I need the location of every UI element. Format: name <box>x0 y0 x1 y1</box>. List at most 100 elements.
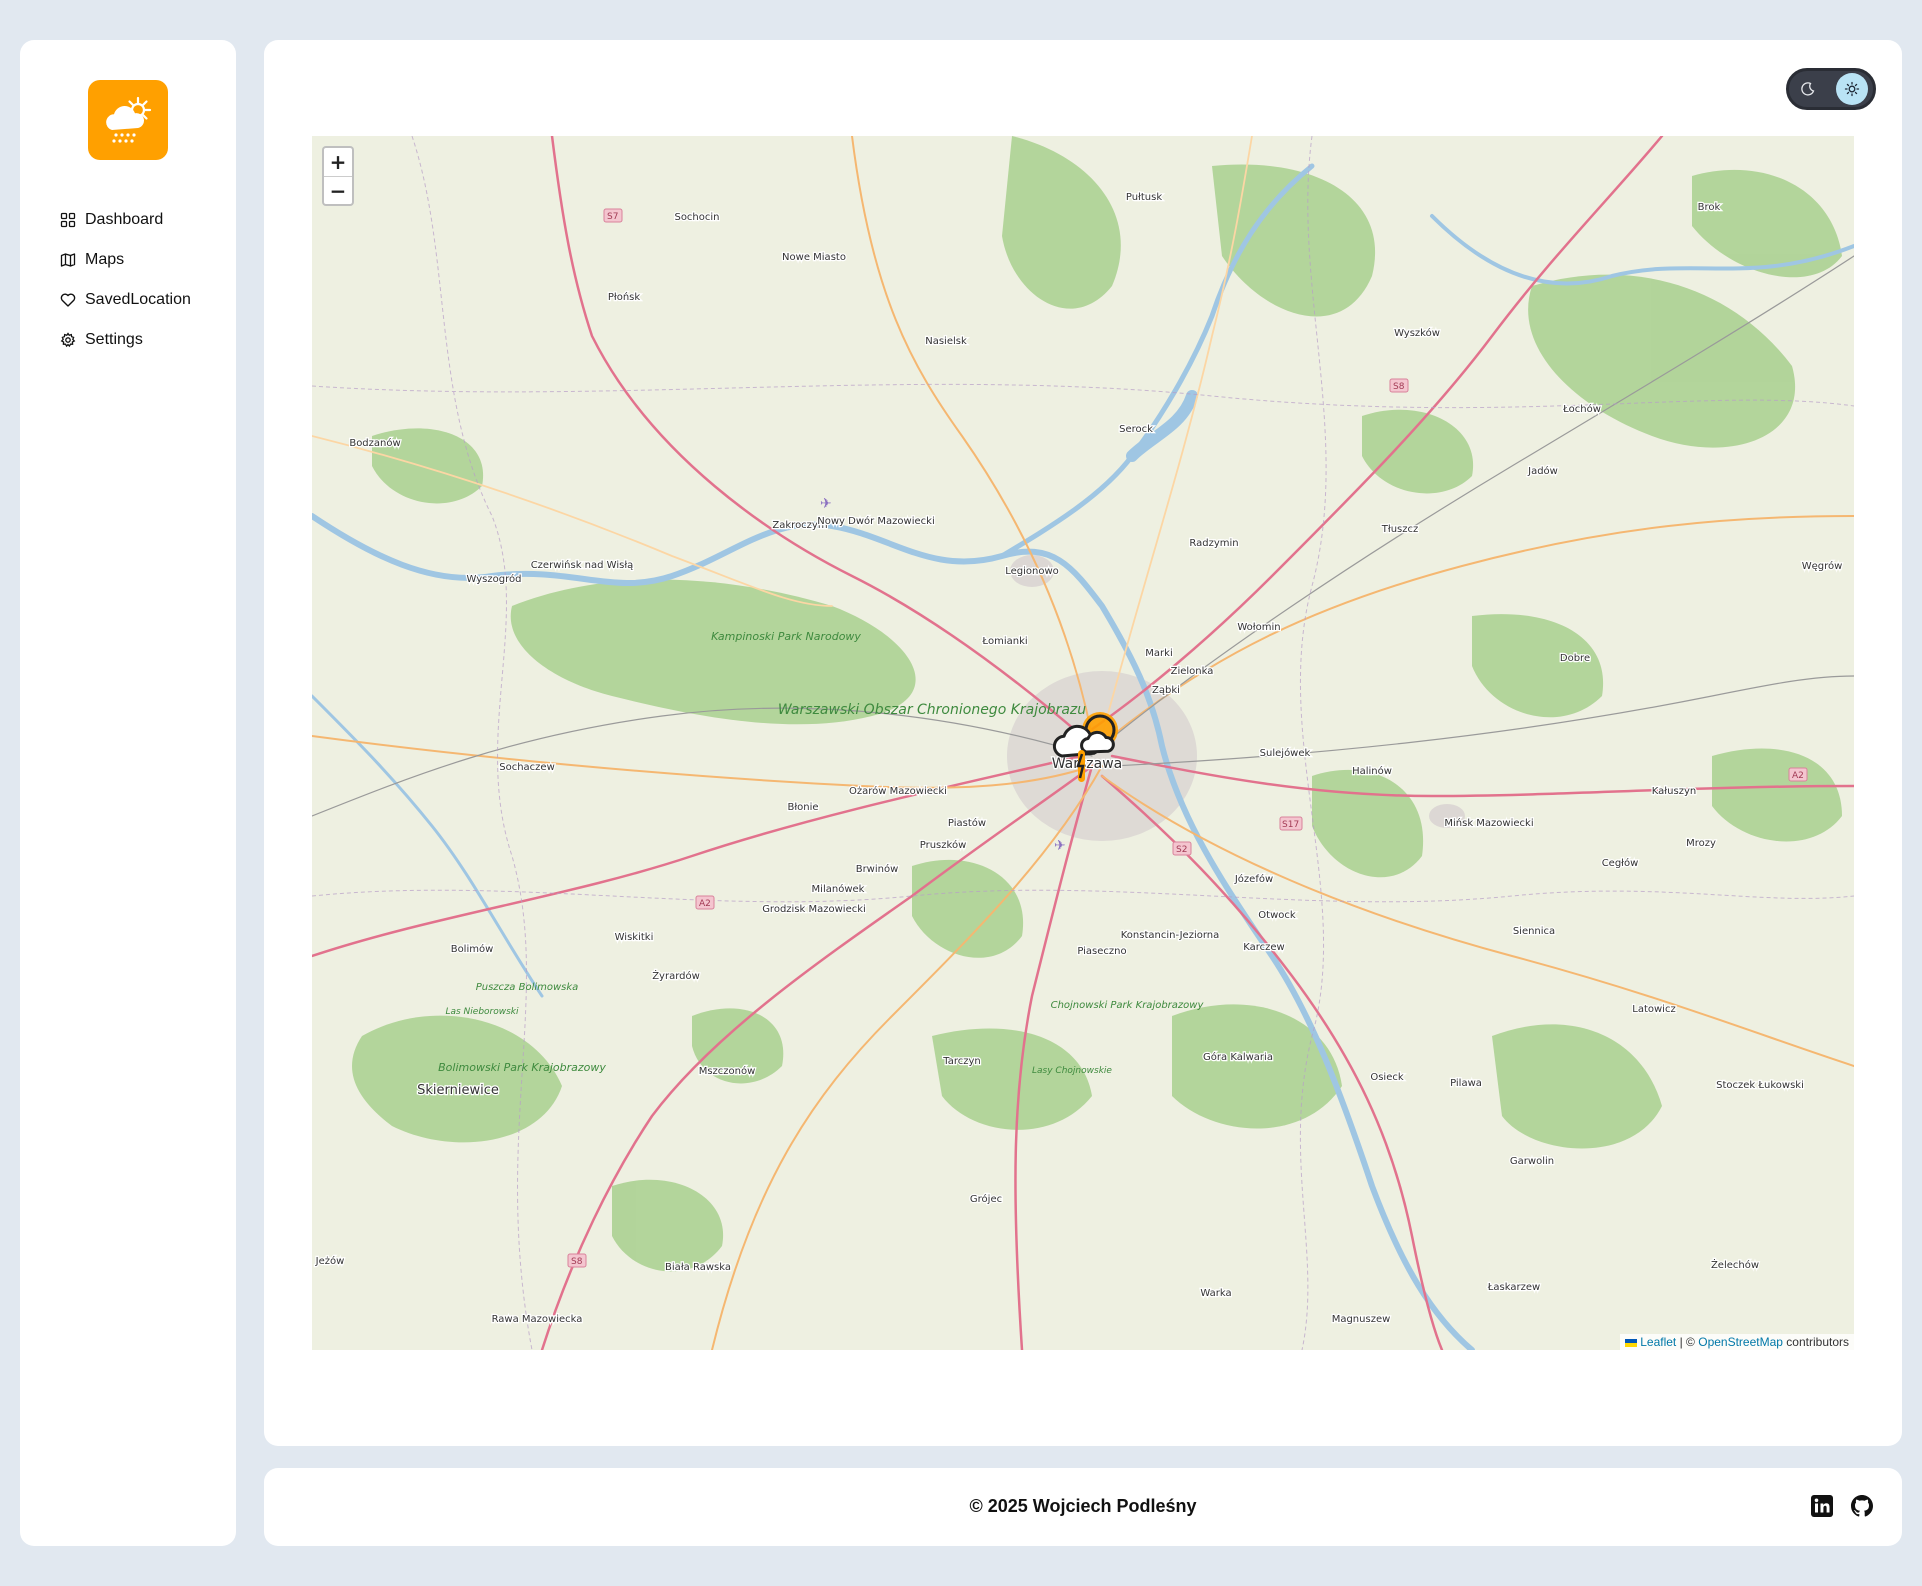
place-label: Skierniewice <box>417 1083 499 1098</box>
area-label: Las Nieborowski <box>445 1007 519 1017</box>
place-label: Brok <box>1698 202 1721 213</box>
place-label: Wyszogród <box>467 573 522 585</box>
place-label: Żyrardów <box>652 969 700 982</box>
sidebar: Dashboard Maps SavedLocation Settings <box>20 40 236 1546</box>
theme-toggle[interactable] <box>1786 68 1876 110</box>
place-label: Marki <box>1145 648 1172 659</box>
place-label: Biała Rawska <box>665 1262 731 1273</box>
place-label: Serock <box>1119 424 1153 435</box>
place-label: Bolimów <box>451 943 494 955</box>
moon-icon <box>1801 82 1815 96</box>
social-links <box>1810 1494 1874 1518</box>
place-label: Czerwińsk nad Wisłą <box>531 559 634 571</box>
gear-icon <box>60 332 76 348</box>
road-label-s8-north: S8 <box>1393 382 1405 392</box>
place-label: Zielonka <box>1171 666 1214 677</box>
place-label: Mrozy <box>1686 838 1716 849</box>
copyright-text: © 2025 Wojciech Podleśny <box>969 1496 1197 1516</box>
place-label: Ożarów Mazowiecki <box>849 785 947 797</box>
sidebar-nav: Dashboard Maps SavedLocation Settings <box>60 200 191 360</box>
area-label-warszawski: Warszawski Obszar Chronionego Krajobrazu <box>778 702 1086 718</box>
place-label: Pruszków <box>920 839 967 851</box>
place-label: Łaskarzew <box>1487 1282 1540 1293</box>
place-label: Sochaczew <box>499 762 555 773</box>
place-label: Błonie <box>787 802 818 813</box>
place-label: Grodzisk Mazowiecki <box>762 904 866 915</box>
place-label: Milanówek <box>812 883 865 895</box>
sidebar-item-savedlocation[interactable]: SavedLocation <box>60 280 191 320</box>
place-label: Sulejówek <box>1260 747 1311 759</box>
place-label: Wołomin <box>1237 622 1280 633</box>
place-label: Kałuszyn <box>1652 786 1696 797</box>
github-icon[interactable] <box>1850 1494 1874 1518</box>
place-label: Mińsk Mazowiecki <box>1444 817 1533 829</box>
place-label: Warka <box>1200 1288 1231 1299</box>
place-label: Góra Kalwaria <box>1203 1051 1273 1063</box>
place-label: Rawa Mazowiecka <box>492 1314 583 1325</box>
place-label: Tłuszcz <box>1381 524 1419 535</box>
place-label: Węgrów <box>1802 560 1843 572</box>
map-attribution: Leaflet | © OpenStreetMap contributors <box>1619 1334 1854 1350</box>
theme-toggle-knob <box>1836 73 1868 105</box>
footer: © 2025 Wojciech Podleśny <box>264 1468 1902 1546</box>
place-label: Pułtusk <box>1126 192 1163 203</box>
place-label: Grójec <box>970 1193 1002 1205</box>
place-label: Garwolin <box>1510 1156 1554 1167</box>
place-label: Bodzanów <box>349 437 400 449</box>
zoom-in-button[interactable]: + <box>324 148 352 176</box>
weather-storm-icon <box>1052 712 1118 782</box>
weather-marker[interactable] <box>1048 706 1128 786</box>
place-label: Piastów <box>948 817 986 829</box>
place-label: Żelechów <box>1711 1258 1759 1271</box>
weather-logo-icon <box>106 96 152 143</box>
place-label: Józefów <box>1234 873 1273 885</box>
zoom-out-button[interactable]: − <box>324 176 352 204</box>
place-label: Radzymin <box>1189 538 1238 549</box>
grid-icon <box>60 212 76 228</box>
place-label: Ząbki <box>1152 685 1180 696</box>
place-label: Jadów <box>1527 465 1558 477</box>
sidebar-item-label: Settings <box>85 331 143 348</box>
road-label-a2-east: A2 <box>1792 771 1804 781</box>
place-label: Nasielsk <box>925 336 967 347</box>
place-label: Halinów <box>1352 765 1392 777</box>
sidebar-item-label: SavedLocation <box>85 291 191 308</box>
place-label: Brwinów <box>856 863 899 875</box>
place-label: Płońsk <box>608 291 641 303</box>
sidebar-item-maps[interactable]: Maps <box>60 240 191 280</box>
place-label: Konstancin-Jeziorna <box>1121 930 1220 941</box>
road-label-s17: S17 <box>1282 820 1299 830</box>
place-label: Cegłów <box>1602 857 1639 869</box>
place-label: Wyszków <box>1394 327 1440 339</box>
sun-icon <box>1844 81 1860 97</box>
sidebar-item-dashboard[interactable]: Dashboard <box>60 200 191 240</box>
attribution-separator: | © <box>1679 1335 1695 1349</box>
map-view[interactable]: S7 S8 S8 A2 A2 S2 S17 Kampinoski Park Na… <box>312 136 1854 1350</box>
place-label: Pilawa <box>1450 1078 1482 1089</box>
place-label: Dobre <box>1560 653 1590 664</box>
place-label: Nowy Dwór Mazowiecki <box>817 515 934 527</box>
road-label-s7: S7 <box>607 212 618 222</box>
place-label: Otwock <box>1258 910 1296 921</box>
map-icon <box>60 253 76 267</box>
place-label: Jeżów <box>315 1255 345 1267</box>
place-label: Osieck <box>1370 1072 1404 1083</box>
sidebar-item-settings[interactable]: Settings <box>60 320 191 360</box>
sidebar-item-label: Dashboard <box>85 211 164 228</box>
airport-icon: ✈ <box>1054 838 1066 854</box>
leaflet-link[interactable]: Leaflet <box>1640 1335 1676 1349</box>
place-label: Sochocin <box>674 212 719 223</box>
attribution-suffix: contributors <box>1786 1335 1849 1349</box>
openstreetmap-link[interactable]: OpenStreetMap <box>1698 1335 1783 1349</box>
app-logo[interactable] <box>88 80 168 160</box>
road-label-s2: S2 <box>1176 845 1187 855</box>
linkedin-icon[interactable] <box>1810 1494 1834 1518</box>
area-label: Lasy Chojnowskie <box>1032 1066 1112 1076</box>
sidebar-item-label: Maps <box>85 251 125 268</box>
place-label: Karczew <box>1243 942 1284 953</box>
area-label: Bolimowski Park Krajobrazowy <box>438 1061 606 1074</box>
area-label: Puszcza Bolimowska <box>476 982 579 993</box>
area-label: Kampinoski Park Narodowy <box>711 630 861 643</box>
airport-icon: ✈ <box>820 496 832 512</box>
place-label: Mszczonów <box>699 1065 756 1077</box>
